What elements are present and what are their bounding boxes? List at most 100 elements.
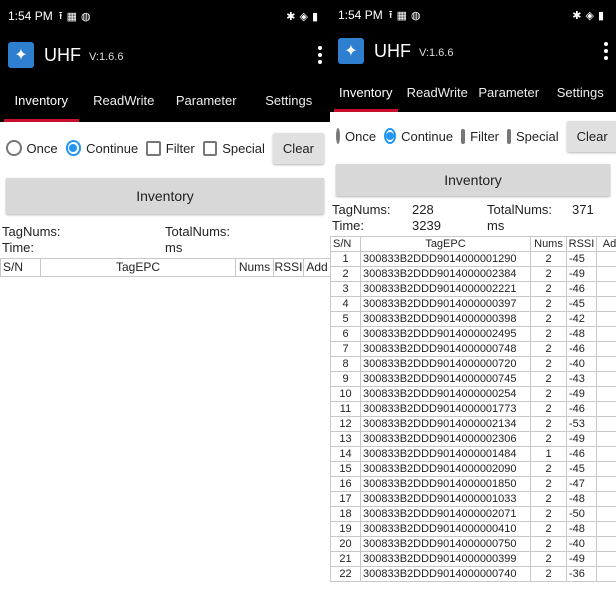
vibrate-icon: ◈ bbox=[299, 10, 308, 23]
row-epc: 300833B2DDD9014000000750 bbox=[360, 536, 531, 552]
table-row[interactable]: 18 300833B2DDD9014000002071 2 -50 bbox=[330, 506, 616, 522]
col-nums: Nums bbox=[530, 236, 567, 252]
continue-radio[interactable] bbox=[65, 140, 82, 156]
tab-inventory[interactable]: Inventory bbox=[330, 72, 402, 112]
status-time: 1:54 PM bbox=[8, 9, 53, 23]
filter-checkbox[interactable] bbox=[461, 128, 466, 144]
table-row[interactable]: 7 300833B2DDD9014000000748 2 -46 bbox=[330, 341, 616, 357]
row-sn: 8 bbox=[330, 356, 361, 372]
row-sn: 4 bbox=[330, 296, 361, 312]
row-add bbox=[596, 566, 616, 582]
tab-bar: Inventory ReadWrite Parameter Settings bbox=[0, 78, 330, 122]
table-header-row: S/N TagEPC Nums RSSI Ad bbox=[330, 236, 616, 252]
tab-parameter[interactable]: Parameter bbox=[165, 78, 248, 122]
special-checkbox[interactable] bbox=[507, 128, 512, 144]
table-row[interactable]: 3 300833B2DDD9014000002221 2 -46 bbox=[330, 281, 616, 297]
bluetooth-icon: ✱ bbox=[286, 10, 296, 23]
table-row[interactable]: 16 300833B2DDD9014000001850 2 -47 bbox=[330, 476, 616, 492]
row-rssi: -48 bbox=[566, 326, 597, 342]
row-rssi: -49 bbox=[566, 551, 597, 567]
row-nums: 2 bbox=[530, 401, 567, 417]
row-epc: 300833B2DDD9014000000720 bbox=[360, 356, 531, 372]
clear-button[interactable]: Clear bbox=[566, 120, 616, 152]
row-add bbox=[596, 416, 616, 432]
status-time: 1:54 PM bbox=[338, 8, 383, 22]
row-add bbox=[596, 401, 616, 417]
table-row[interactable]: 15 300833B2DDD9014000002090 2 -45 bbox=[330, 461, 616, 477]
table-row[interactable]: 17 300833B2DDD9014000001033 2 -48 bbox=[330, 491, 616, 507]
row-add bbox=[596, 431, 616, 447]
table-row[interactable]: 2 300833B2DDD9014000002384 2 -49 bbox=[330, 266, 616, 282]
table-row[interactable]: 10 300833B2DDD9014000000254 2 -49 bbox=[330, 386, 616, 402]
overflow-menu-icon[interactable] bbox=[604, 42, 608, 60]
tab-parameter[interactable]: Parameter bbox=[473, 72, 545, 112]
row-nums: 2 bbox=[530, 326, 567, 342]
row-add bbox=[596, 311, 616, 327]
row-epc: 300833B2DDD9014000000748 bbox=[360, 341, 531, 357]
table-row[interactable]: 12 300833B2DDD9014000002134 2 -53 bbox=[330, 416, 616, 432]
table-row[interactable]: 20 300833B2DDD9014000000750 2 -40 bbox=[330, 536, 616, 552]
continue-label: Continue bbox=[401, 128, 454, 144]
app-title: UHF bbox=[374, 40, 411, 61]
scan-mode-controls: Once Continue Filter Special Clear bbox=[330, 116, 616, 156]
col-sn: S/N bbox=[330, 236, 361, 252]
app-notification-icon: ◍ bbox=[410, 9, 421, 22]
upload-icon: ⭱ bbox=[388, 8, 393, 21]
table-row[interactable]: 9 300833B2DDD9014000000745 2 -43 bbox=[330, 371, 616, 387]
row-epc: 300833B2DDD9014000000745 bbox=[360, 371, 531, 387]
table-row[interactable]: 13 300833B2DDD9014000002306 2 -49 bbox=[330, 431, 616, 447]
inventory-button[interactable]: Inventory bbox=[6, 178, 324, 214]
app-title: UHF bbox=[44, 44, 81, 65]
row-nums: 2 bbox=[530, 371, 567, 387]
once-radio[interactable] bbox=[6, 140, 22, 156]
row-epc: 300833B2DDD9014000000410 bbox=[360, 521, 531, 537]
tab-settings[interactable]: Settings bbox=[545, 72, 616, 112]
row-rssi: -50 bbox=[566, 506, 597, 522]
row-sn: 22 bbox=[330, 566, 361, 582]
once-radio[interactable] bbox=[336, 128, 340, 144]
table-row[interactable]: 8 300833B2DDD9014000000720 2 -40 bbox=[330, 356, 616, 372]
table-row[interactable]: 11 300833B2DDD9014000001773 2 -46 bbox=[330, 401, 616, 417]
filter-label: Filter bbox=[470, 128, 500, 144]
stats-panel: TagNums: 228 TotalNums: 371 Time: 3239 m… bbox=[330, 202, 616, 234]
tab-readwrite[interactable]: ReadWrite bbox=[402, 72, 474, 112]
row-add bbox=[596, 536, 616, 552]
row-sn: 21 bbox=[330, 551, 361, 567]
filter-label: Filter bbox=[165, 140, 195, 156]
col-rssi: RSSI bbox=[566, 236, 597, 252]
table-row[interactable]: 14 300833B2DDD9014000001484 1 -46 bbox=[330, 446, 616, 462]
filter-checkbox[interactable] bbox=[146, 140, 161, 156]
row-epc: 300833B2DDD9014000002090 bbox=[360, 461, 531, 477]
inventory-button[interactable]: Inventory bbox=[336, 164, 610, 196]
tab-readwrite[interactable]: ReadWrite bbox=[83, 78, 166, 122]
clear-button[interactable]: Clear bbox=[272, 132, 324, 164]
row-add bbox=[596, 371, 616, 387]
table-row[interactable]: 21 300833B2DDD9014000000399 2 -49 bbox=[330, 551, 616, 567]
table-row[interactable]: 19 300833B2DDD9014000000410 2 -48 bbox=[330, 521, 616, 537]
status-bar: 1:54 PM ⭱ ▦ ◍ ✱ ◈ ▮ bbox=[330, 0, 616, 30]
overflow-menu-icon[interactable] bbox=[318, 46, 322, 64]
tag-table: S/N TagEPC Nums RSSI Add bbox=[0, 258, 330, 277]
vibrate-icon: ◈ bbox=[585, 9, 594, 22]
table-row[interactable]: 1 300833B2DDD9014000001290 2 -45 bbox=[330, 251, 616, 267]
special-checkbox[interactable] bbox=[202, 140, 218, 156]
app-version: V:1.6.6 bbox=[419, 47, 454, 59]
table-row[interactable]: 6 300833B2DDD9014000002495 2 -48 bbox=[330, 326, 616, 342]
row-rssi: -42 bbox=[566, 311, 597, 327]
row-nums: 2 bbox=[530, 536, 567, 552]
col-tagepc: TagEPC bbox=[40, 258, 236, 277]
tag-nums-label: TagNums: bbox=[2, 224, 61, 239]
tab-settings[interactable]: Settings bbox=[248, 78, 331, 122]
row-rssi: -45 bbox=[566, 251, 597, 267]
row-add bbox=[596, 341, 616, 357]
table-row[interactable]: 4 300833B2DDD9014000000397 2 -45 bbox=[330, 296, 616, 312]
row-rssi: -48 bbox=[566, 491, 597, 507]
continue-radio[interactable] bbox=[384, 128, 397, 144]
bluetooth-icon: ✱ bbox=[572, 9, 582, 22]
table-row[interactable]: 22 300833B2DDD9014000000740 2 -36 bbox=[330, 566, 616, 582]
tab-inventory[interactable]: Inventory bbox=[0, 78, 83, 122]
table-header-row: S/N TagEPC Nums RSSI Add bbox=[0, 258, 330, 277]
table-row[interactable]: 5 300833B2DDD9014000000398 2 -42 bbox=[330, 311, 616, 327]
row-sn: 1 bbox=[330, 251, 361, 267]
once-label: Once bbox=[345, 128, 377, 144]
